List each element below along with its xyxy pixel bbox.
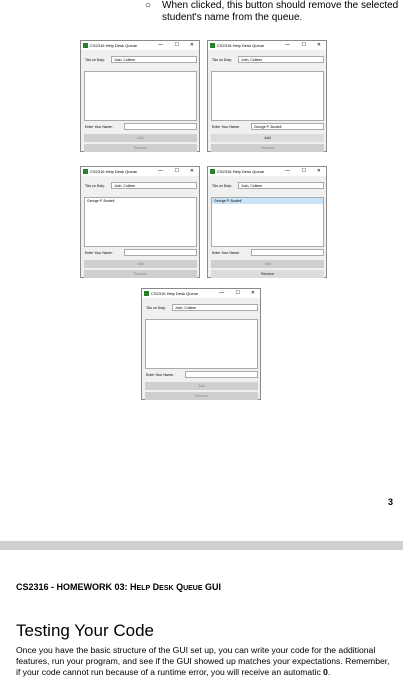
close-icon[interactable]: ✕ — [317, 167, 321, 176]
tas-field[interactable]: Josh, Colleen — [111, 182, 197, 189]
tas-field[interactable]: Josh, Colleen — [111, 56, 197, 63]
title-bar[interactable]: CS2316 Help Desk Queue — ☐ ✕ — [81, 41, 199, 50]
add-button[interactable]: Add — [84, 260, 197, 268]
tas-field[interactable]: Josh, Colleen — [172, 304, 258, 311]
maximize-icon[interactable]: ☐ — [302, 41, 306, 50]
remove-button[interactable]: Remove — [84, 144, 197, 152]
gui-window-2: CS2316 Help Desk Queue — ☐ ✕ TAs on Duty: Jos… — [207, 40, 327, 152]
app-icon — [83, 43, 88, 48]
app-icon — [144, 291, 149, 296]
add-button[interactable]: Add — [211, 134, 324, 142]
bullet-text: When clicked, this button should remove … — [162, 0, 399, 23]
title-bar[interactable]: CS2316 Help Desk Queue — ☐ ✕ — [81, 167, 199, 176]
enter-name-label: Enter Your Name: — [212, 125, 240, 129]
close-icon[interactable]: ✕ — [190, 167, 194, 176]
name-input[interactable] — [251, 249, 324, 256]
window-title: CS2316 Help Desk Queue — [90, 43, 138, 48]
page-divider — [0, 541, 403, 550]
queue-list-item[interactable]: George P. Burdell — [85, 198, 196, 204]
add-button[interactable]: Add — [145, 382, 258, 390]
tas-field[interactable]: Josh, Colleen — [238, 56, 324, 63]
header-d: D — [150, 582, 160, 592]
document-header: CS2316 - HOMEWORK 03: HELP DESK QUEUE GU… — [16, 582, 221, 592]
section-heading: Testing Your Code — [16, 621, 154, 640]
add-button[interactable]: Add — [84, 134, 197, 142]
minimize-icon[interactable]: — — [219, 289, 224, 298]
header-suffix: GUI — [202, 582, 222, 592]
enter-name-label: Enter Your Name: — [85, 251, 113, 255]
name-input[interactable] — [124, 123, 197, 130]
remove-button[interactable]: Remove — [211, 270, 324, 278]
queue-listbox[interactable]: George P. Burdell — [211, 197, 324, 247]
header-q: Q — [173, 582, 184, 592]
tas-label: TAs on Duty: — [146, 306, 166, 310]
window-title: CS2316 Help Desk Queue — [151, 291, 199, 296]
title-bar[interactable]: CS2316 Help Desk Queue — ☐ ✕ — [142, 289, 260, 298]
close-icon[interactable]: ✕ — [251, 289, 255, 298]
queue-listbox[interactable] — [211, 71, 324, 121]
queue-listbox[interactable]: George P. Burdell — [84, 197, 197, 247]
window-title: CS2316 Help Desk Queue — [217, 43, 265, 48]
close-icon[interactable]: ✕ — [317, 41, 321, 50]
page-number: 3 — [387, 497, 393, 507]
queue-listbox[interactable] — [145, 319, 258, 369]
gui-window-4: CS2316 Help Desk Queue — ☐ ✕ TAs on Duty: Jos… — [207, 166, 327, 278]
maximize-icon[interactable]: ☐ — [175, 41, 179, 50]
remove-button[interactable]: Remove — [211, 144, 324, 152]
window-title: CS2316 Help Desk Queue — [217, 169, 265, 174]
queue-listbox[interactable] — [84, 71, 197, 121]
header-prefix: CS2316 - HOMEWORK 03: — [16, 582, 131, 592]
close-icon[interactable]: ✕ — [190, 41, 194, 50]
maximize-icon[interactable]: ☐ — [302, 167, 306, 176]
minimize-icon[interactable]: — — [285, 41, 290, 50]
maximize-icon[interactable]: ☐ — [236, 289, 240, 298]
gui-window-5: CS2316 Help Desk Queue — ☐ ✕ TAs on Duty: Jos… — [141, 288, 261, 400]
tas-field[interactable]: Josh, Colleen — [238, 182, 324, 189]
gui-window-3: CS2316 Help Desk Queue — ☐ ✕ TAs on Duty: Jos… — [80, 166, 200, 278]
name-input[interactable]: George P. Burdell — [251, 123, 324, 130]
minimize-icon[interactable]: — — [158, 41, 163, 50]
title-bar[interactable]: CS2316 Help Desk Queue — ☐ ✕ — [208, 41, 326, 50]
paragraph-end: . — [327, 667, 331, 677]
app-icon — [210, 43, 215, 48]
header-elp: ELP — [136, 585, 151, 592]
window-title: CS2316 Help Desk Queue — [90, 169, 138, 174]
tas-label: TAs on Duty: — [212, 58, 232, 62]
title-bar[interactable]: CS2316 Help Desk Queue — ☐ ✕ — [208, 167, 326, 176]
gui-window-1: CS2316 Help Desk Queue — ☐ ✕ TAs on Duty: Jos… — [80, 40, 200, 152]
tas-label: TAs on Duty: — [212, 184, 232, 188]
enter-name-label: Enter Your Name: — [146, 373, 174, 377]
header-ueue: UEUE — [183, 585, 203, 592]
minimize-icon[interactable]: — — [285, 167, 290, 176]
remove-button[interactable]: Remove — [145, 392, 258, 400]
tas-label: TAs on Duty: — [85, 184, 105, 188]
body-paragraph: Once you have the basic structure of the… — [16, 645, 391, 678]
remove-button[interactable]: Remove — [84, 270, 197, 278]
app-icon — [210, 169, 215, 174]
queue-list-item[interactable]: George P. Burdell — [212, 198, 323, 204]
app-icon — [83, 169, 88, 174]
minimize-icon[interactable]: — — [158, 167, 163, 176]
paragraph-text: Once you have the basic structure of the… — [16, 645, 390, 677]
header-esk: ESK — [159, 585, 174, 592]
bullet-marker: ○ — [145, 0, 152, 11]
add-button[interactable]: Add — [211, 260, 324, 268]
name-input[interactable] — [185, 371, 258, 378]
tas-label: TAs on Duty: — [85, 58, 105, 62]
enter-name-label: Enter Your Name: — [85, 125, 113, 129]
enter-name-label: Enter Your Name: — [212, 251, 240, 255]
maximize-icon[interactable]: ☐ — [175, 167, 179, 176]
name-input[interactable] — [124, 249, 197, 256]
